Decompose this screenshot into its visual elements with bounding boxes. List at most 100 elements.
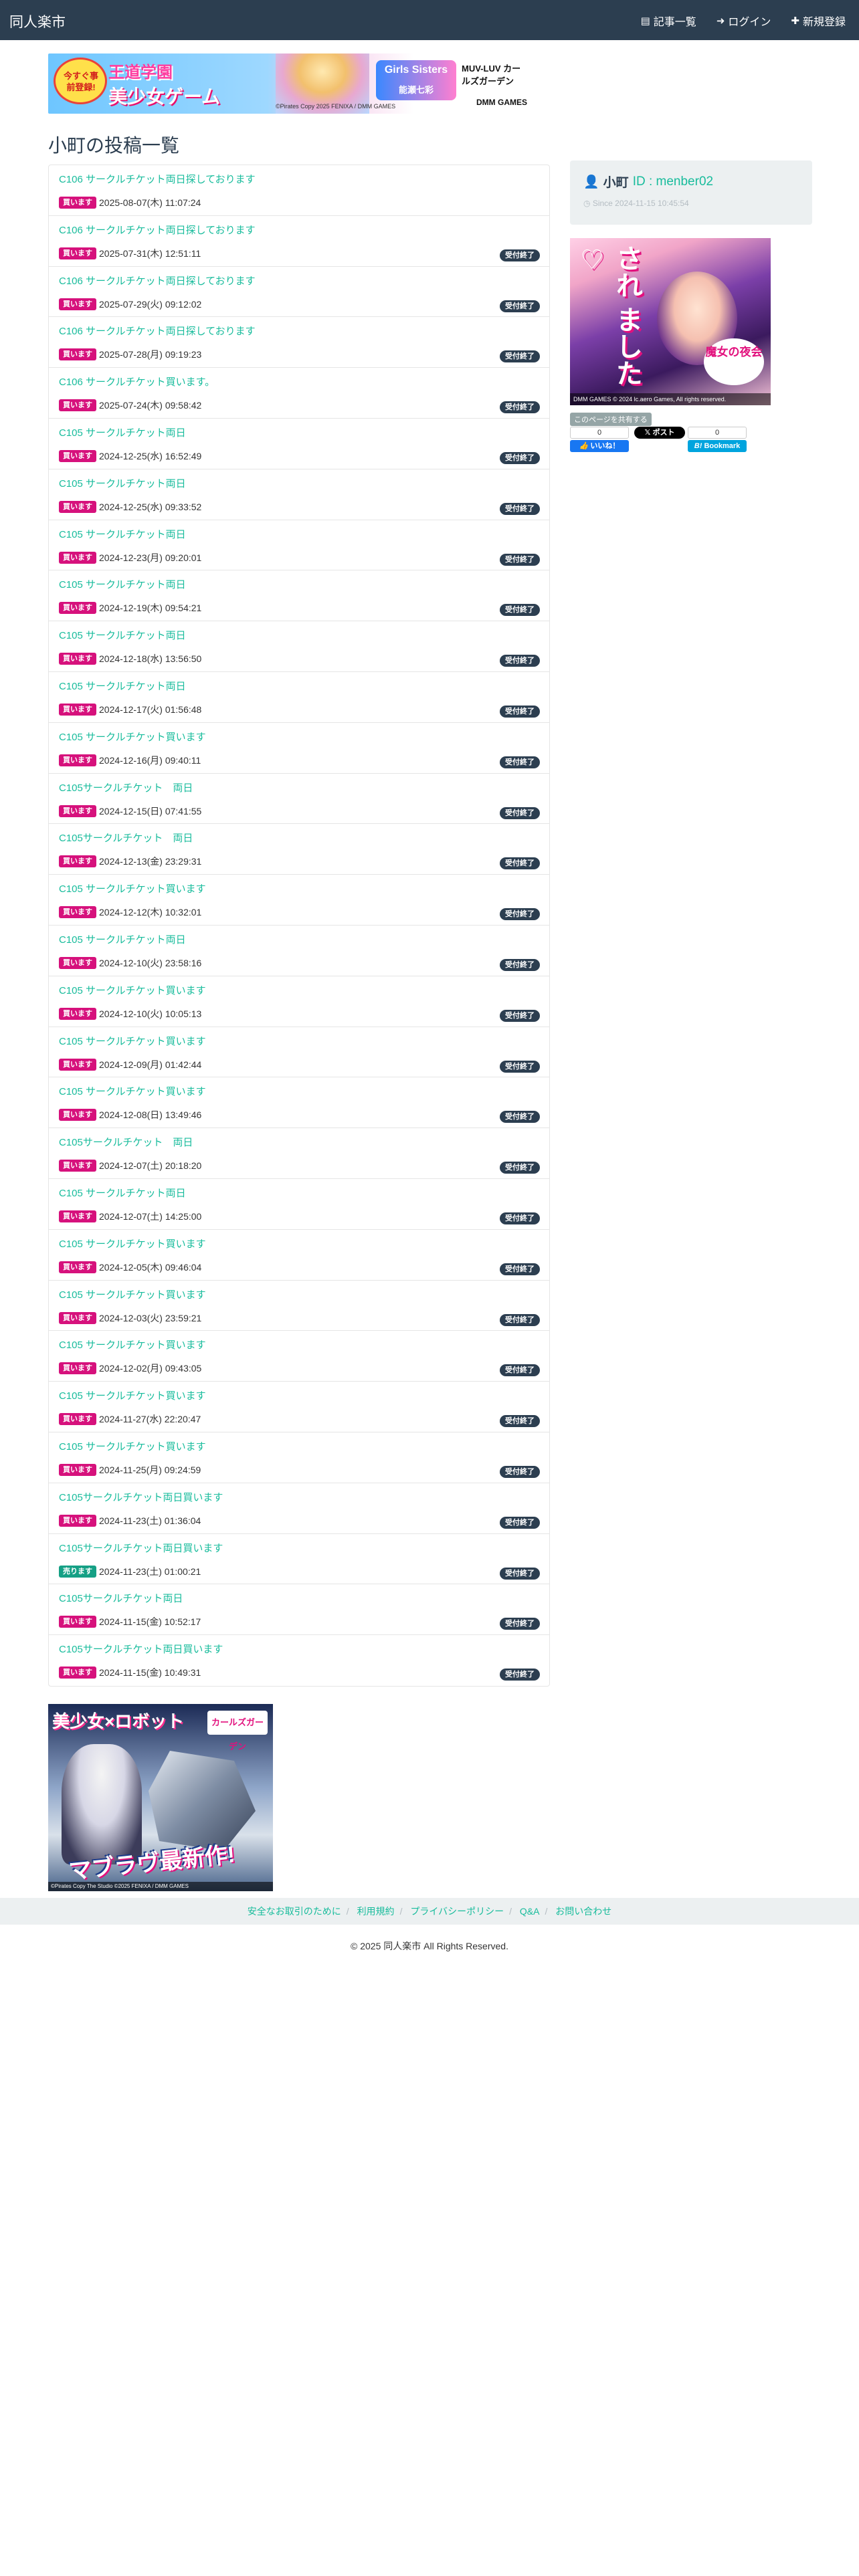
post-row: C105 サークルチケット買います 買います 2024-12-10(火) 10:05… [49, 976, 549, 1027]
post-type-tag: 買います [59, 602, 96, 615]
post-title-link[interactable]: C105 サークルチケット買います [59, 883, 539, 896]
post-title-link[interactable]: C105 サークルチケット両日 [59, 427, 539, 440]
post-title-link[interactable]: C105 サークルチケット両日 [59, 578, 539, 592]
banner-middle-logo: Girls Sisters 能瀬七彩 [376, 60, 456, 100]
post-type-tag: 買います [59, 703, 96, 716]
post-row: C106 サークルチケット両日探しております 買います 2025-07-31(木) … [49, 216, 549, 267]
post-type-tag: 買います [59, 1109, 96, 1121]
post-title-link[interactable]: C105 サークルチケット買います [59, 984, 539, 998]
footer-link-privacy[interactable]: プライバシーポリシー [410, 1906, 504, 1917]
top-ad-banner[interactable]: 今すぐ事前登録! 王道学園 美少女ゲーム Girls Sisters 能瀬七彩 … [48, 53, 535, 114]
post-meta: 買います 2024-12-13(金) 23:29:31 [59, 855, 201, 868]
post-title-link[interactable]: C105サークルチケット 両日 [59, 1136, 539, 1150]
post-title-link[interactable]: C105 サークルチケット両日 [59, 934, 539, 947]
hatena-b-icon: B! [694, 442, 704, 450]
post-date: 2025-08-07(木) 11:07:24 [99, 197, 201, 208]
side-ad-banner[interactable]: され ました♡ 魔女の夜会 DMM GAMES © 2024 lc.aero G… [570, 238, 771, 405]
post-date: 2024-12-10(火) 23:58:16 [99, 957, 202, 968]
bottom-ad-footer: ©Pirates Copy The Studio ©2025 FENIXA / … [48, 1882, 273, 1891]
post-title-link[interactable]: C105 サークルチケット買います [59, 1035, 539, 1049]
post-title-link[interactable]: C106 サークルチケット買います。 [59, 376, 539, 389]
post-type-tag: 買います [59, 1058, 96, 1071]
post-title-link[interactable]: C106 サークルチケット両日探しております [59, 224, 539, 237]
post-title-link[interactable]: C105 サークルチケット買います [59, 731, 539, 744]
nav-links: ▤ 記事一覧 ➜ ログイン ✚ 新規登録 [641, 13, 846, 29]
status-badge: 受付終了 [500, 451, 540, 464]
nav-signup-link[interactable]: ✚ 新規登録 [791, 13, 846, 29]
post-row: C105 サークルチケット両日 買います 2024-12-25(水) 09:33:5… [49, 469, 549, 520]
plus-icon: ✚ [791, 15, 799, 27]
post-title-link[interactable]: C105 サークルチケット買います [59, 1289, 539, 1302]
post-row: C105 サークルチケット両日 買います 2024-12-10(火) 23:58:1… [49, 926, 549, 976]
post-meta: 買います 2024-12-09(月) 01:42:44 [59, 1058, 201, 1071]
post-type-tag: 買います [59, 855, 96, 868]
post-title-link[interactable]: C105 サークルチケット両日 [59, 629, 539, 643]
hatena-bookmark-button[interactable]: 0 B! Bookmark [688, 427, 747, 453]
status-badge: 受付終了 [500, 1415, 540, 1428]
post-type-tag: 買います [59, 754, 96, 766]
post-date: 2024-11-23(土) 01:36:04 [99, 1515, 201, 1526]
post-title-link[interactable]: C105 サークルチケット両日 [59, 477, 539, 491]
x-post-label: 𝕏 ポスト [634, 427, 685, 439]
post-title-link[interactable]: C105 サークルチケット買います [59, 1085, 539, 1099]
post-title-link[interactable]: C106 サークルチケット両日探しております [59, 275, 539, 288]
hatena-bookmark-text: Bookmark [704, 442, 741, 450]
post-row: C105 サークルチケット買います 買います 2024-12-16(月) 09:40… [49, 723, 549, 774]
post-title-link[interactable]: C105 サークルチケット買います [59, 1440, 539, 1454]
post-title-link[interactable]: C105サークルチケット両日買います [59, 1491, 539, 1505]
nav-articles-link[interactable]: ▤ 記事一覧 [641, 13, 696, 29]
post-title-link[interactable]: C105サークルチケット両日 [59, 1592, 539, 1606]
post-date: 2025-07-24(木) 09:58:42 [99, 400, 202, 411]
post-date: 2024-12-15(日) 07:41:55 [99, 805, 202, 817]
list-icon: ▤ [640, 15, 650, 27]
post-type-tag: 買います [59, 1210, 96, 1222]
bottom-ad-banner[interactable]: 美少女×ロボット カールズガーデン マブラヴ最新作! ©Pirates Copy… [48, 1704, 273, 1891]
status-badge: 受付終了 [500, 1263, 540, 1275]
post-type-tag: 買います [59, 449, 96, 462]
post-title-link[interactable]: C105サークルチケット 両日 [59, 832, 539, 845]
post-type-tag: 買います [59, 1311, 96, 1324]
footer-link-safety[interactable]: 安全なお取引のために [248, 1906, 341, 1917]
side-ad-footer: DMM GAMES © 2024 lc.aero Games, All righ… [570, 393, 771, 405]
post-title-link[interactable]: C106 サークルチケット両日探しております [59, 325, 539, 338]
post-meta: 買います 2024-12-07(土) 20:18:20 [59, 1159, 201, 1172]
preregister-badge: 今すぐ事前登録! [54, 58, 107, 104]
post-type-tag: 買います [59, 298, 96, 310]
post-row: C105 サークルチケット両日 買います 2024-12-23(月) 09:20:0… [49, 520, 549, 571]
post-row: C105 サークルチケット買います 買います 2024-12-12(木) 10:32… [49, 875, 549, 926]
x-post-text: ポスト [652, 429, 675, 437]
post-title-link[interactable]: C105 サークルチケット両日 [59, 528, 539, 542]
brand-logo[interactable]: 同人楽市 [9, 11, 66, 31]
post-title-link[interactable]: C105 サークルチケット両日 [59, 1187, 539, 1200]
footer-link-terms[interactable]: 利用規約 [357, 1906, 395, 1917]
post-row: C105サークルチケット両日買います 買います 2024-11-23(土) 01:3… [49, 1483, 549, 1534]
post-title-link[interactable]: C105 サークルチケット両日 [59, 680, 539, 693]
post-date: 2024-12-07(土) 20:18:20 [99, 1160, 202, 1172]
user-icon: 👤 [583, 175, 599, 189]
post-title-link[interactable]: C106 サークルチケット両日探しております [59, 173, 539, 187]
post-type-tag: 買います [59, 1362, 96, 1375]
post-title-link[interactable]: C105 サークルチケット買います [59, 1339, 539, 1352]
post-row: C105 サークルチケット買います 買います 2024-12-03(火) 23:59… [49, 1281, 549, 1331]
post-row: C105サークルチケット両日買います 売ります 2024-11-23(土) 01:0… [49, 1534, 549, 1585]
post-title-link[interactable]: C105 サークルチケット買います [59, 1390, 539, 1403]
post-meta: 買います 2024-12-17(火) 01:56:48 [59, 703, 201, 716]
post-title-link[interactable]: C105 サークルチケット買います [59, 1238, 539, 1251]
footer-link-qa[interactable]: Q&A [520, 1906, 540, 1917]
post-type-tag: 買います [59, 653, 96, 665]
post-title-link[interactable]: C105サークルチケット両日買います [59, 1643, 539, 1656]
post-title-link[interactable]: C105サークルチケット両日買います [59, 1542, 539, 1555]
profile-name: 小町 [603, 176, 629, 190]
banner-headline: 王道学園 美少女ゲーム [108, 59, 282, 107]
status-badge: 受付終了 [500, 807, 540, 819]
facebook-like-button[interactable]: 0 👍 いいね！ [570, 427, 629, 453]
post-row: C105 サークルチケット両日 買います 2024-12-18(水) 13:56:5… [49, 621, 549, 672]
post-meta: 買います 2024-12-05(木) 09:46:04 [59, 1261, 201, 1274]
footer-link-contact[interactable]: お問い合わせ [555, 1906, 611, 1917]
x-post-button[interactable]: 𝕏 ポスト [634, 427, 685, 453]
post-date: 2025-07-29(火) 09:12:02 [99, 298, 202, 310]
nav-login-link[interactable]: ➜ ログイン [717, 13, 771, 29]
share-buttons: 0 👍 いいね！ 𝕏 ポスト 0 B! Bookmark [570, 427, 747, 453]
post-row: C106 サークルチケット両日探しております 買います 2025-07-29(火) … [49, 267, 549, 318]
post-title-link[interactable]: C105サークルチケット 両日 [59, 782, 539, 795]
